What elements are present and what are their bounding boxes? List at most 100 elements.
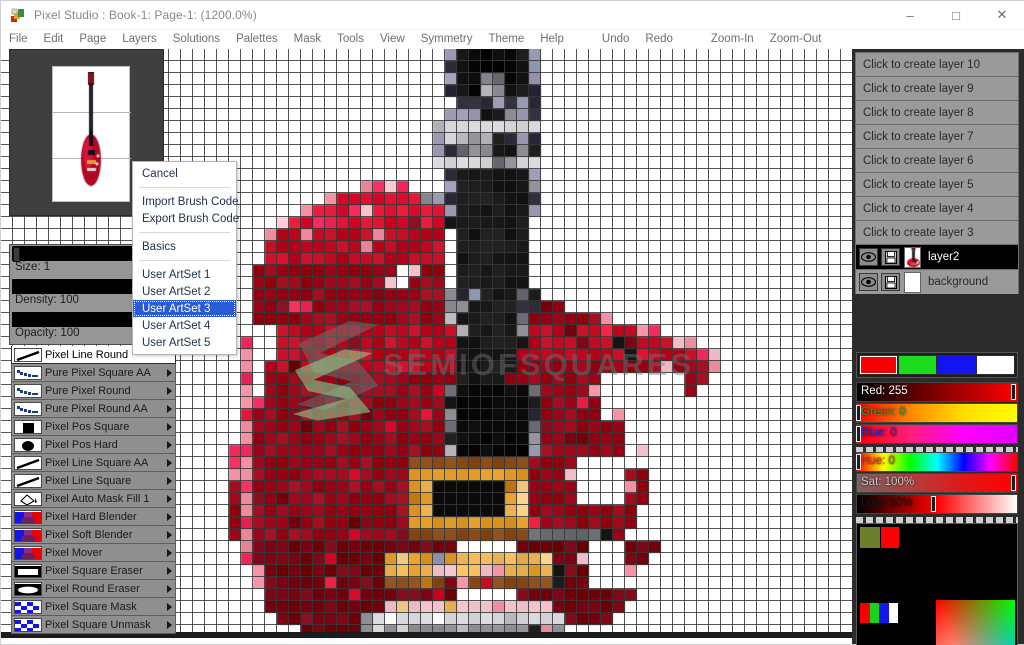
primary-color-row[interactable] xyxy=(860,603,898,623)
blue-slider-knob[interactable] xyxy=(856,426,861,442)
red-slider-knob[interactable] xyxy=(1011,384,1016,400)
layer-placeholder-5[interactable]: Click to create layer 5 xyxy=(855,172,1019,196)
menu-view[interactable]: View xyxy=(372,30,413,49)
tool-row-pure-pixel-square-aa[interactable]: Pure Pixel Square AA xyxy=(11,364,176,382)
tool-row-mover[interactable]: Pixel Mover xyxy=(11,544,176,562)
hue-slider-knob[interactable] xyxy=(856,454,861,470)
layer-placeholder-10[interactable]: Click to create layer 10 xyxy=(855,52,1019,76)
menu-redo[interactable]: Redo xyxy=(637,30,681,49)
layer-placeholder-3[interactable]: Click to create layer 3 xyxy=(855,220,1019,244)
tool-row-soft-blender[interactable]: Pixel Soft Blender xyxy=(11,526,176,544)
ctx-item-import-brush-code[interactable]: Import Brush Code xyxy=(133,193,236,210)
submenu-arrow-icon[interactable] xyxy=(167,603,172,611)
ctx-item-user-artset-3[interactable]: User ArtSet 3 xyxy=(133,300,236,317)
menu-help[interactable]: Help xyxy=(532,30,572,49)
menu-undo[interactable]: Undo xyxy=(594,30,638,49)
close-button[interactable]: ✕ xyxy=(979,1,1024,30)
menu-page[interactable]: Page xyxy=(71,30,114,49)
hue-slider[interactable]: Hue: 0 xyxy=(856,452,1018,472)
eye-icon[interactable] xyxy=(859,248,878,266)
menu-mask[interactable]: Mask xyxy=(286,30,329,49)
lum-slider[interactable]: Lum: 50% xyxy=(856,494,1018,514)
recent-color-olive[interactable] xyxy=(860,527,880,548)
layer-row-background[interactable]: background xyxy=(855,269,1019,294)
tool-row-pure-pixel-round[interactable]: Pure Pixel Round xyxy=(11,382,176,400)
submenu-arrow-icon[interactable] xyxy=(167,531,172,539)
menu-solutions[interactable]: Solutions xyxy=(165,30,228,49)
lum-slider-knob[interactable] xyxy=(931,496,936,512)
tool-row-pure-pixel-round-aa[interactable]: Pure Pixel Round AA xyxy=(11,400,176,418)
submenu-arrow-icon[interactable] xyxy=(167,621,172,629)
menu-symmetry[interactable]: Symmetry xyxy=(413,30,481,49)
submenu-arrow-icon[interactable] xyxy=(167,567,172,575)
green-slider[interactable]: Green: 0 xyxy=(856,403,1018,423)
minimize-button[interactable]: – xyxy=(887,1,933,30)
layer-thumbnail[interactable] xyxy=(904,272,921,293)
submenu-arrow-icon[interactable] xyxy=(167,459,172,467)
layer-placeholder-9[interactable]: Click to create layer 9 xyxy=(855,76,1019,100)
sat-slider[interactable]: Sat: 100% xyxy=(856,473,1018,493)
submenu-arrow-icon[interactable] xyxy=(167,477,172,485)
submenu-arrow-icon[interactable] xyxy=(167,405,172,413)
ctx-item-user-artset-2[interactable]: User ArtSet 2 xyxy=(133,283,236,300)
submenu-arrow-icon[interactable] xyxy=(167,441,172,449)
menu-palettes[interactable]: Palettes xyxy=(228,30,286,49)
tool-row-square-eraser[interactable]: Pixel Square Eraser xyxy=(11,562,176,580)
ctx-item-cancel[interactable]: Cancel xyxy=(133,165,236,182)
tool-row-pos-hard[interactable]: Pixel Pos Hard xyxy=(11,436,176,454)
tool-row-line-square[interactable]: Pixel Line Square xyxy=(11,472,176,490)
menu-file[interactable]: File xyxy=(1,30,36,49)
menu-zoom-out[interactable]: Zoom-Out xyxy=(762,30,830,49)
tool-row-pos-square[interactable]: Pixel Pos Square xyxy=(11,418,176,436)
page-preview[interactable] xyxy=(52,66,130,202)
layer-row-layer2[interactable]: layer2 xyxy=(855,244,1019,269)
brush-context-menu[interactable]: Cancel Import Brush Code Export Brush Code… xyxy=(132,161,237,355)
tool-row-square-unmask[interactable]: Pixel Square Unmask xyxy=(11,616,176,634)
ctx-item-user-artset-1[interactable]: User ArtSet 1 xyxy=(133,266,236,283)
picker-primary-3[interactable] xyxy=(889,603,899,623)
submenu-arrow-icon[interactable] xyxy=(167,585,172,593)
tool-row-hard-blender[interactable]: Pixel Hard Blender xyxy=(11,508,176,526)
submenu-arrow-icon[interactable] xyxy=(167,513,172,521)
tool-row-round-eraser[interactable]: Pixel Round Eraser xyxy=(11,580,176,598)
picker-primary-0[interactable] xyxy=(860,603,870,623)
submenu-arrow-icon[interactable] xyxy=(167,423,172,431)
menu-zoom-in[interactable]: Zoom-In xyxy=(703,30,762,49)
swatch-red[interactable] xyxy=(859,355,898,375)
lock-icon[interactable] xyxy=(881,273,900,291)
size-slider-knob[interactable] xyxy=(13,247,20,262)
swatch-blue[interactable] xyxy=(937,355,976,375)
lock-icon[interactable] xyxy=(881,248,900,266)
color-gradient-field[interactable] xyxy=(936,600,1015,645)
tool-row-auto-mask-fill[interactable]: Pixel Auto Mask Fill 1 xyxy=(11,490,176,508)
menu-layers[interactable]: Layers xyxy=(114,30,165,49)
ctx-item-user-artset-5[interactable]: User ArtSet 5 xyxy=(133,334,236,351)
menu-edit[interactable]: Edit xyxy=(36,30,72,49)
ctx-item-user-artset-4[interactable]: User ArtSet 4 xyxy=(133,317,236,334)
blue-slider[interactable]: Blue: 0 xyxy=(856,424,1018,444)
menu-theme[interactable]: Theme xyxy=(480,30,532,49)
tool-row-square-mask[interactable]: Pixel Square Mask xyxy=(11,598,176,616)
picker-primary-1[interactable] xyxy=(870,603,880,623)
sat-slider-knob[interactable] xyxy=(1011,475,1016,491)
eye-icon[interactable] xyxy=(859,273,878,291)
submenu-arrow-icon[interactable] xyxy=(167,387,172,395)
palette-swatches[interactable] xyxy=(856,352,1018,378)
color-picker-box[interactable] xyxy=(856,523,1018,645)
menu-tools[interactable]: Tools xyxy=(329,30,372,49)
maximize-button[interactable]: □ xyxy=(933,1,979,30)
layer-placeholder-6[interactable]: Click to create layer 6 xyxy=(855,148,1019,172)
swatch-white[interactable] xyxy=(976,355,1015,375)
recent-color-red[interactable] xyxy=(881,527,899,548)
green-slider-knob[interactable] xyxy=(856,405,861,421)
layer-placeholder-8[interactable]: Click to create layer 8 xyxy=(855,100,1019,124)
submenu-arrow-icon[interactable] xyxy=(167,549,172,557)
ctx-item-export-brush-code[interactable]: Export Brush Code xyxy=(133,210,236,227)
ctx-item-basics[interactable]: Basics xyxy=(133,238,236,255)
tool-row-line-square-aa[interactable]: Pixel Line Square AA xyxy=(11,454,176,472)
submenu-arrow-icon[interactable] xyxy=(167,369,172,377)
picker-primary-2[interactable] xyxy=(879,603,889,623)
submenu-arrow-icon[interactable] xyxy=(167,495,172,503)
layer-placeholder-7[interactable]: Click to create layer 7 xyxy=(855,124,1019,148)
layer-placeholder-4[interactable]: Click to create layer 4 xyxy=(855,196,1019,220)
